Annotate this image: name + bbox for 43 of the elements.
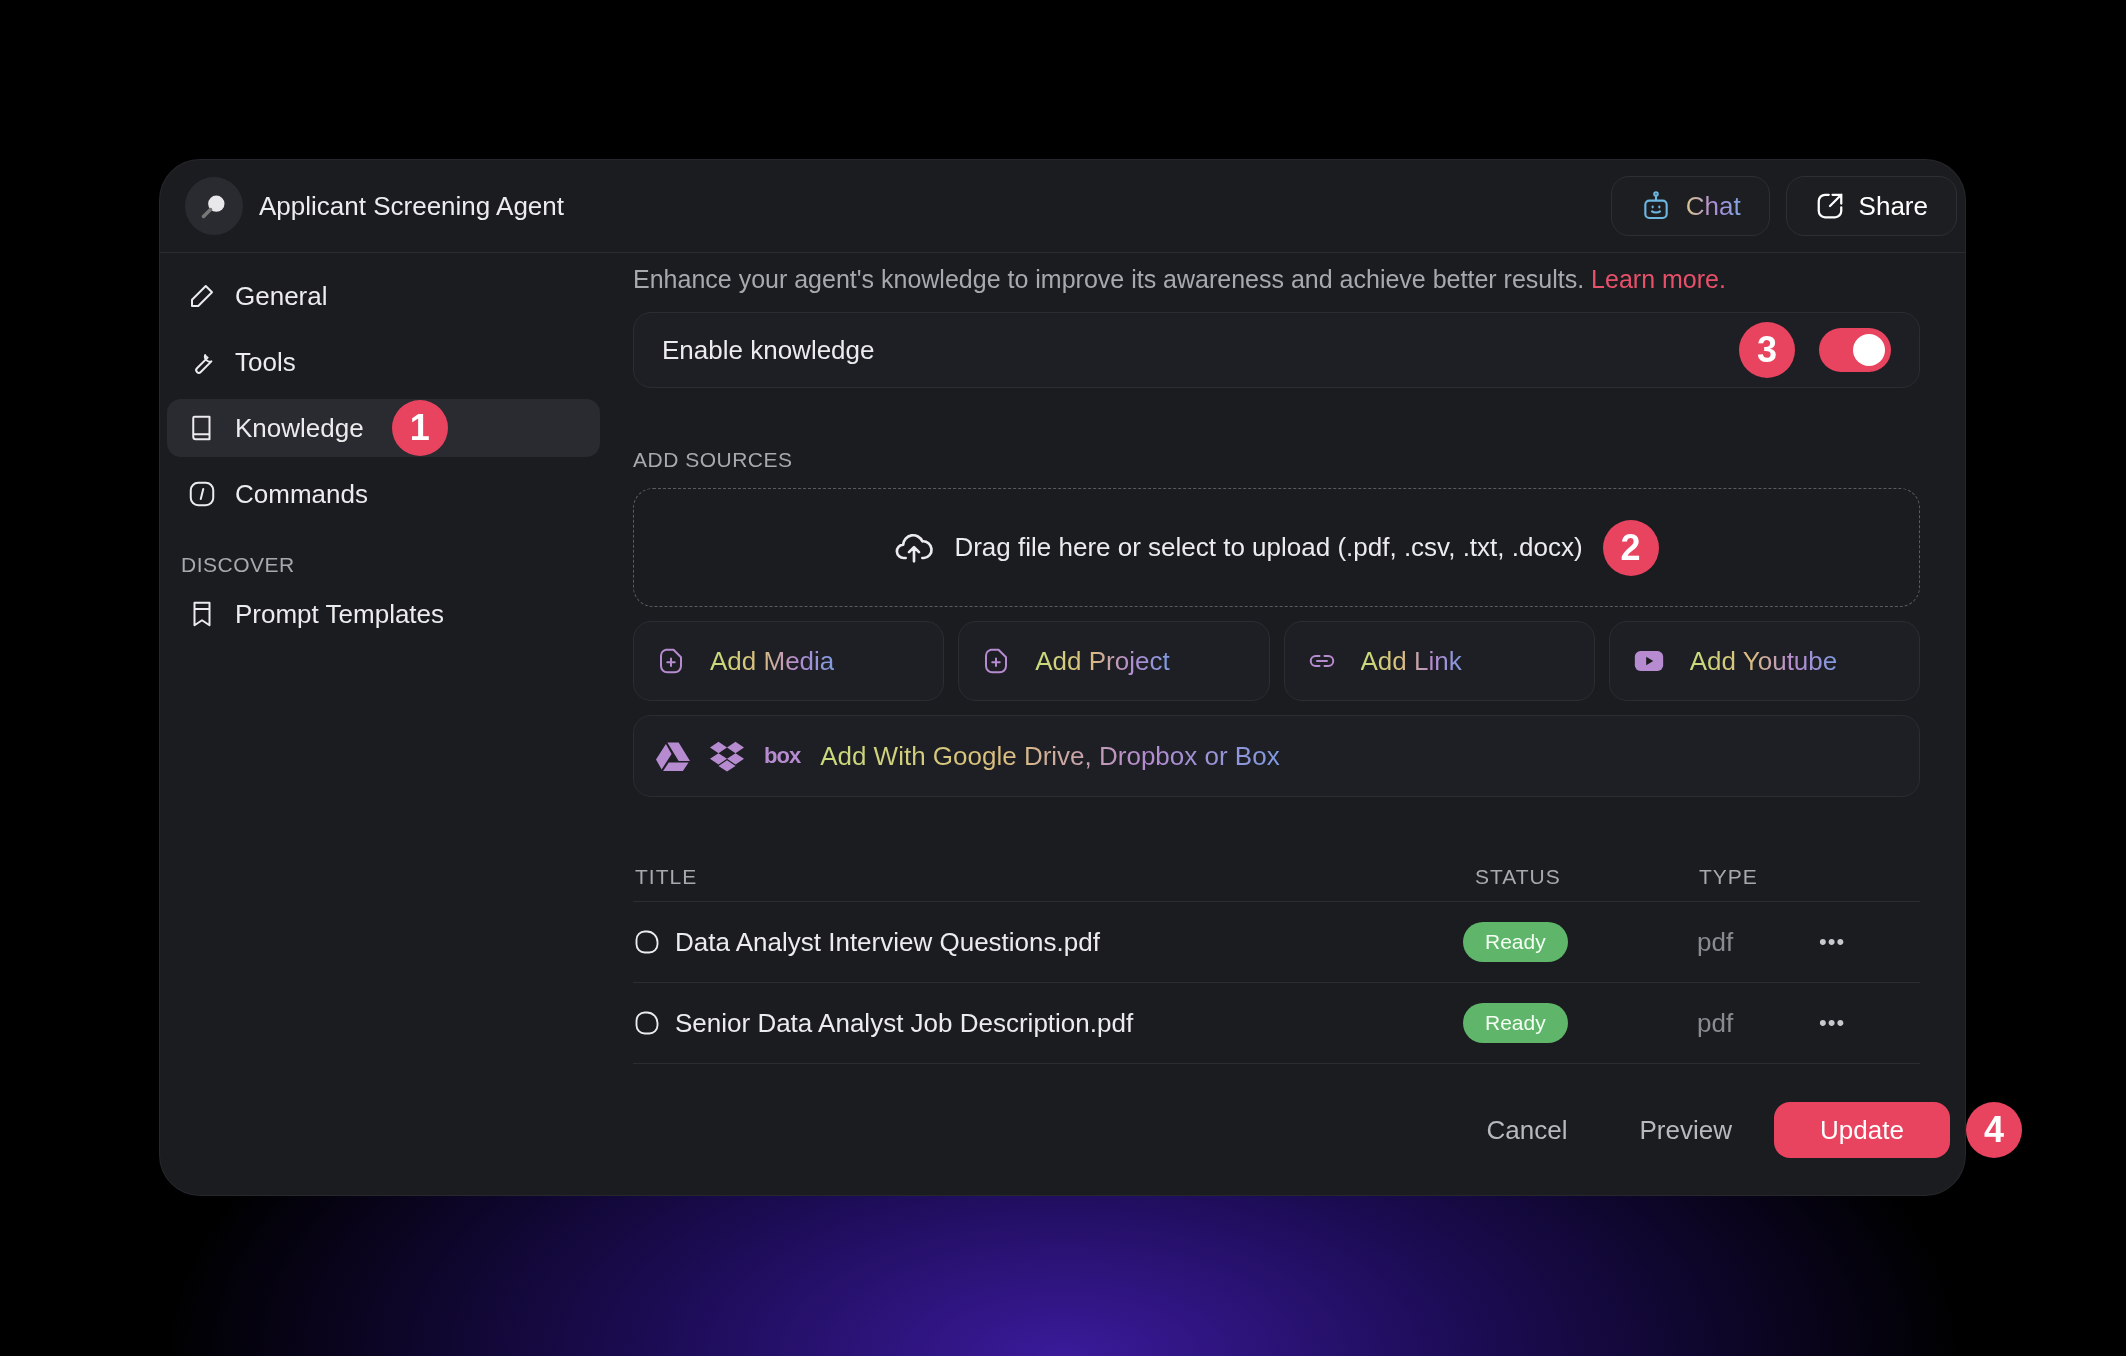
sidebar-item[interactable]: Prompt Templates: [167, 585, 600, 643]
chat-button[interactable]: Chat: [1610, 176, 1770, 236]
section-heading: DISCOVER: [180, 552, 296, 577]
sidebar-item[interactable]: Commands: [167, 465, 600, 523]
step-badge: 1: [391, 400, 448, 456]
add-sources-heading: ADD SOURCES: [633, 448, 794, 472]
sidebar-item[interactable]: Tools: [167, 333, 600, 391]
step-badge: 4: [1966, 1102, 2022, 1158]
column-header: TITLE: [635, 865, 699, 889]
cloud-sources-button[interactable]: box Add With Google Drive, Dropbox or Box: [633, 715, 1920, 797]
add-source-button[interactable]: Add Media: [633, 621, 945, 701]
add-source-button[interactable]: Add Project: [958, 621, 1270, 701]
sidebar-item[interactable]: Knowledge 1: [167, 399, 600, 457]
file-type: pdf: [1697, 1007, 1735, 1039]
file-title: Data Analyst Interview Questions.pdf: [675, 926, 1100, 958]
agent-title: Applicant Screening Agent: [259, 190, 565, 222]
boxes-icon: [710, 740, 744, 772]
upload-text: Drag file here or select to upload (.pdf, .csv, .txt, .docx): [954, 532, 1583, 563]
file-title: Senior Data Analyst Job Description.pdf: [675, 1007, 1134, 1039]
box-logo: box: [764, 743, 801, 769]
learn-more-link[interactable]: Learn more.: [1591, 265, 1726, 293]
share-button[interactable]: Share: [1785, 176, 1957, 236]
step-badge: 2: [1602, 519, 1659, 576]
status-badge: Ready: [1463, 922, 1568, 962]
triangle-drive-icon: [656, 741, 690, 771]
knowledge-toggle[interactable]: [1819, 328, 1891, 372]
column-header: STATUS: [1475, 865, 1562, 889]
step-badge: 3: [1739, 322, 1795, 378]
footer-button[interactable]: Preview: [1609, 1102, 1762, 1158]
upload-dropzone[interactable]: Drag file here or select to upload (.pdf, .csv, .txt, .docx) 2: [633, 488, 1920, 607]
more-menu-button[interactable]: •••: [1807, 1010, 1858, 1036]
column-header: TYPE: [1699, 865, 1759, 889]
slash-icon: [187, 479, 217, 509]
sidebar-item[interactable]: General: [167, 267, 600, 325]
add-source-button[interactable]: Add Link: [1283, 621, 1595, 701]
enable-knowledge-label: Enable knowledge: [662, 334, 876, 366]
file-type: pdf: [1697, 926, 1735, 958]
footer-button[interactable]: Cancel: [1456, 1102, 1598, 1158]
add-source-button[interactable]: Add Youtube: [1608, 621, 1920, 701]
description-text: Enhance your agent's knowledge to improve its awareness and achieve better results. Learn more.: [633, 264, 1727, 294]
status-badge: Ready: [1463, 1003, 1568, 1043]
more-menu-button[interactable]: •••: [1807, 929, 1858, 955]
update-button[interactable]: Update: [1774, 1102, 1950, 1158]
